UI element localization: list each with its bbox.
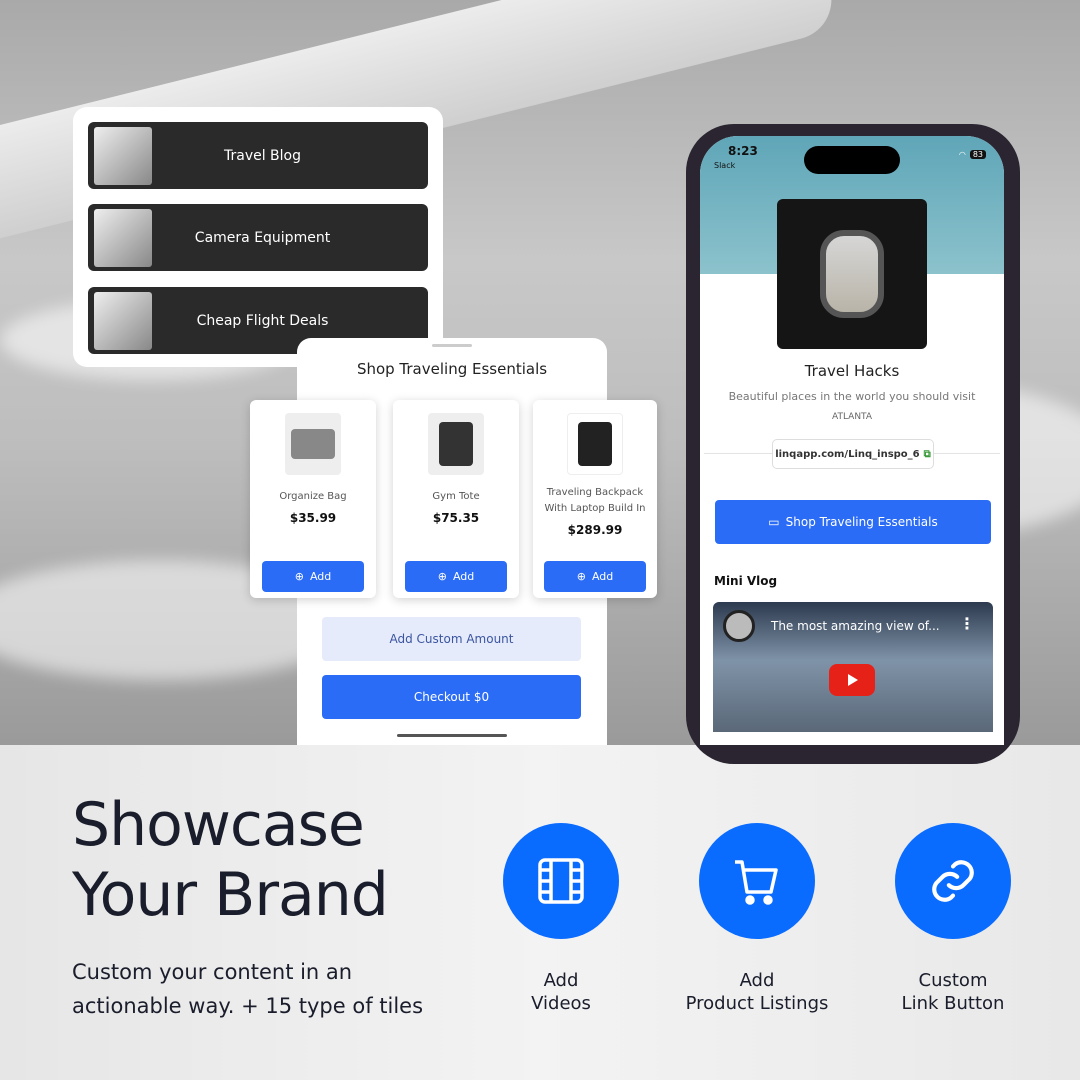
add-custom-amount-button[interactable]: Add Custom Amount (322, 617, 581, 661)
product-image (428, 413, 484, 475)
product-image (567, 413, 623, 475)
link-tile-travel-blog[interactable]: Travel Blog (88, 122, 428, 189)
shop-title: Shop Traveling Essentials (356, 360, 548, 378)
typewriter-thumbnail (94, 126, 152, 185)
checkout-button[interactable]: Checkout $0 (322, 675, 581, 719)
film-icon (503, 823, 619, 939)
profile-bio: Beautiful places in the world you should… (728, 390, 976, 403)
plus-circle-icon: ⊕ (437, 570, 447, 583)
play-icon[interactable] (829, 664, 875, 696)
phone-mockup: 8:23 Slack ◠ 83 Travel Hacks Beautiful pl… (686, 124, 1020, 764)
feature-videos: Add Videos (503, 823, 619, 1015)
shop-essentials-button[interactable]: ▭ Shop Traveling Essentials (715, 500, 991, 544)
video-title: The most amazing view of... (771, 619, 940, 633)
product-image (285, 413, 341, 475)
link-tiles-card: Travel Blog Camera Equipment Cheap Fligh… (73, 107, 443, 367)
profile-image (777, 199, 927, 349)
section-title: Mini Vlog (714, 574, 778, 588)
link-icon (895, 823, 1011, 939)
battery-icon: 83 (969, 150, 986, 159)
plus-circle-icon: ⊕ (576, 570, 586, 583)
feature-link-button: Custom Link Button (895, 823, 1011, 1015)
add-button[interactable]: ⊕ Add (262, 561, 364, 592)
profile-name: Travel Hacks (804, 362, 900, 380)
headline: Showcase Your Brand (72, 790, 389, 930)
luggage-thumbnail (94, 291, 152, 350)
link-tile-camera-equipment[interactable]: Camera Equipment (88, 204, 428, 271)
credit-card-icon: ▭ (768, 515, 780, 529)
channel-avatar (723, 610, 755, 642)
status-icons: ◠ 83 (959, 150, 986, 159)
more-vertical-icon[interactable]: ⋮ (959, 614, 975, 633)
profile-link[interactable]: linqapp.com/Linq_inspo_6 ⧉ (772, 439, 934, 469)
subheadline: Custom your content in an actionable way.… (72, 960, 424, 1018)
add-button[interactable]: ⊕ Add (544, 561, 646, 592)
sheet-handle[interactable] (432, 344, 472, 347)
product-card: Organize Bag $35.99 ⊕ Add (250, 400, 376, 598)
copy-icon[interactable]: ⧉ (924, 449, 931, 460)
dynamic-island (804, 146, 900, 174)
profile-location: ATLANTA (831, 412, 873, 422)
product-card: Traveling Backpack With Laptop Build In … (533, 400, 657, 598)
home-indicator (397, 734, 507, 737)
wifi-icon: ◠ (958, 150, 966, 159)
video-embed[interactable]: The most amazing view of... ⋮ (713, 602, 993, 732)
product-card: Gym Tote $75.35 ⊕ Add (393, 400, 519, 598)
cart-icon (699, 823, 815, 939)
phone-screen: 8:23 Slack ◠ 83 Travel Hacks Beautiful pl… (700, 136, 1004, 745)
feature-product-listings: Add Product Listings (686, 823, 828, 1015)
plus-circle-icon: ⊕ (294, 570, 304, 583)
back-to-app[interactable]: Slack (714, 161, 735, 170)
camera-thumbnail (94, 208, 152, 267)
add-button[interactable]: ⊕ Add (405, 561, 507, 592)
